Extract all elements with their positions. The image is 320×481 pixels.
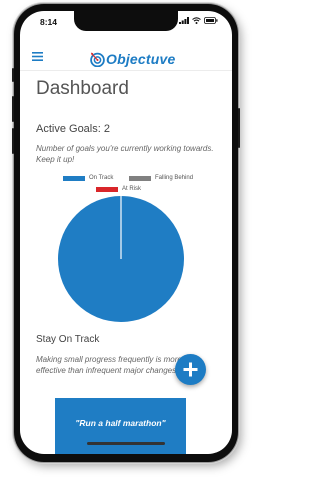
plus-icon [183, 362, 198, 377]
logo-text: Objectuve [106, 51, 176, 67]
legend-item-at-risk: At Risk [96, 186, 141, 192]
phone-side-button [12, 68, 14, 82]
status-icons [179, 17, 218, 24]
legend-item-falling-behind: Falling Behind [129, 175, 193, 181]
legend-swatch [129, 175, 151, 181]
hamburger-icon[interactable] [32, 52, 43, 61]
add-goal-button[interactable] [175, 354, 206, 385]
legend-label: At Risk [122, 186, 142, 192]
goals-pie-chart [58, 196, 184, 322]
phone-notch [74, 11, 178, 31]
goal-card-title: "Run a half marathon" [75, 418, 166, 428]
phone-side-button [238, 108, 240, 148]
page-title: Dashboard [36, 78, 129, 99]
target-logo-icon [90, 52, 105, 67]
goal-card[interactable]: "Run a half marathon" [55, 398, 186, 454]
active-goals-description: Number of goals you're currently working… [36, 144, 214, 164]
legend-label: On Track [89, 175, 114, 181]
battery-icon [204, 17, 218, 24]
signal-icon [179, 17, 189, 24]
legend-item-on-track: On Track [63, 175, 113, 181]
phone-side-button [12, 128, 14, 154]
active-goals-heading: Active Goals: 2 [36, 123, 110, 135]
wifi-icon [192, 17, 201, 24]
app-logo: Objectuve [90, 51, 176, 67]
phone-side-button [12, 96, 14, 122]
home-indicator [87, 442, 165, 445]
app-screen: 8:14 Objectuve Dashboard Active Goals: 2… [20, 11, 232, 454]
status-time: 8:14 [40, 17, 58, 27]
stay-on-track-heading: Stay On Track [36, 334, 100, 345]
legend-swatch [96, 186, 118, 192]
legend-label: Falling Behind [155, 175, 194, 181]
legend-swatch [63, 175, 85, 181]
